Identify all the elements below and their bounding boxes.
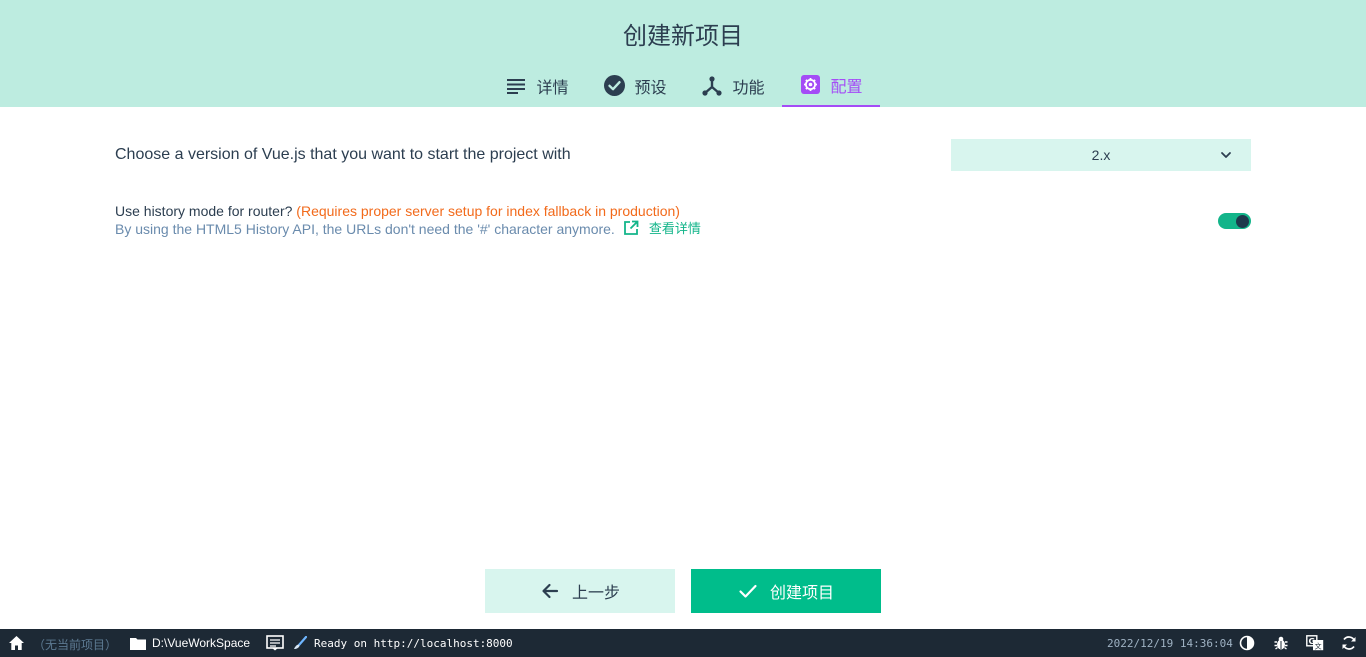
create-project-button[interactable]: 创建项目 <box>691 569 881 613</box>
chevron-down-icon <box>1221 152 1231 158</box>
page-title: 创建新项目 <box>623 22 743 50</box>
fork-icon <box>701 75 723 97</box>
settings-icon <box>799 74 821 96</box>
tab-label: 预设 <box>634 77 667 97</box>
history-mode-warning: (Requires proper server setup for index … <box>296 203 680 219</box>
step-tabs: 详情 预设 功能 配置 <box>488 64 880 107</box>
tab-label: 详情 <box>536 77 569 97</box>
history-mode-toggle[interactable] <box>1218 213 1251 229</box>
arrow-left-icon <box>540 581 560 601</box>
external-link-icon <box>623 220 639 235</box>
history-mode-label: Use history mode for router? <box>115 203 293 219</box>
previous-button[interactable]: 上一步 <box>485 569 675 613</box>
tab-label: 功能 <box>732 77 765 97</box>
history-mode-description: By using the HTML5 History API, the URLs… <box>115 220 1251 239</box>
tab-features[interactable]: 功能 <box>684 64 782 107</box>
tab-configuration[interactable]: 配置 <box>782 64 880 107</box>
vue-version-select[interactable]: 2.x <box>951 139 1251 171</box>
history-mode-row: Use history mode for router? (Requires p… <box>115 202 1251 242</box>
translate-icon[interactable]: G文 <box>1306 635 1324 651</box>
log-message[interactable]: Ready on http://localhost:8000 <box>314 637 513 650</box>
svg-text:文: 文 <box>1315 641 1322 650</box>
checkmark-icon <box>738 581 758 601</box>
brush-icon <box>294 636 307 649</box>
list-icon <box>505 75 527 97</box>
datetime: 2022/12/19 14:36:04 <box>1107 637 1233 650</box>
previous-label: 上一步 <box>571 583 620 602</box>
vue-version-value: 2.x <box>1091 147 1111 163</box>
history-mode-question: Use history mode for router? (Requires p… <box>115 202 1251 220</box>
more-info-label: 查看详情 <box>648 222 701 237</box>
refresh-icon[interactable] <box>1341 635 1357 651</box>
home-icon[interactable] <box>8 635 25 651</box>
toggle-knob <box>1236 215 1249 228</box>
bug-icon[interactable] <box>1273 635 1289 651</box>
console-icon[interactable] <box>266 635 284 651</box>
history-mode-desc-text: By using the HTML5 History API, the URLs… <box>115 221 615 237</box>
status-bar: （无当前项目） D:\VueWorkSpace Ready on http://… <box>0 629 1366 657</box>
dark-mode-icon[interactable] <box>1239 635 1255 651</box>
workspace-path[interactable]: D:\VueWorkSpace <box>152 636 250 650</box>
tab-details[interactable]: 详情 <box>488 64 586 107</box>
check-circle-icon <box>603 75 625 97</box>
tab-presets[interactable]: 预设 <box>586 64 684 107</box>
create-project-label: 创建项目 <box>769 583 834 602</box>
vue-version-row: Choose a version of Vue.js that you want… <box>115 139 1251 171</box>
more-info-link[interactable]: 查看详情 <box>623 220 701 239</box>
current-project[interactable]: （无当前项目） <box>33 636 117 653</box>
folder-icon <box>130 638 146 650</box>
header: 创建新项目 详情 预设 功能 配置 <box>0 0 1366 107</box>
tab-label: 配置 <box>830 76 863 96</box>
vue-version-label: Choose a version of Vue.js that you want… <box>115 146 571 163</box>
